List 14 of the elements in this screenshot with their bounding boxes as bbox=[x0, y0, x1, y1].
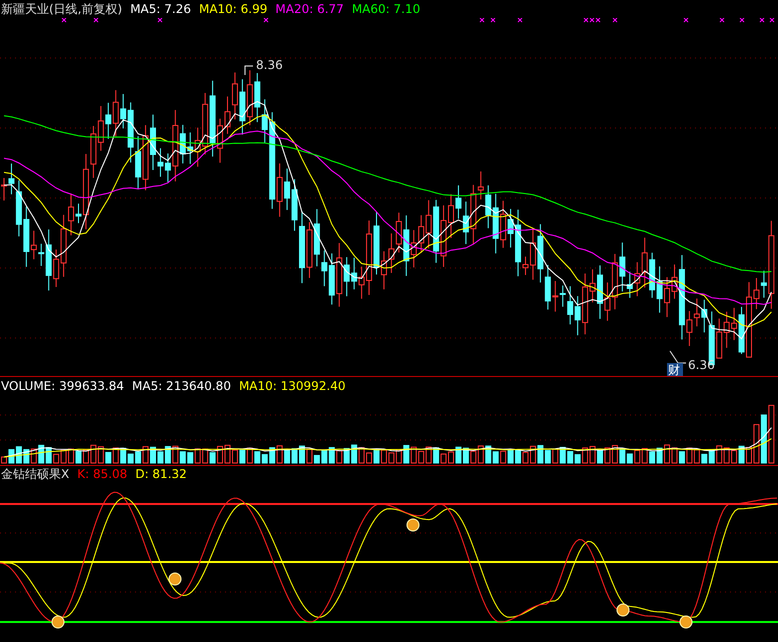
high-price-label: 8.36 bbox=[256, 58, 283, 72]
indicator-value: D: 81.32 bbox=[135, 467, 187, 481]
indicator-value: VOLUME: 399633.84 bbox=[1, 379, 124, 393]
finance-badge[interactable]: 财 bbox=[667, 363, 683, 376]
low-price-label: 6.36 bbox=[688, 358, 715, 372]
indicator-value: MA60: 7.10 bbox=[352, 2, 420, 16]
indicator-value: MA20: 6.77 bbox=[275, 2, 344, 16]
indicator-value: MA5: 213640.80 bbox=[132, 379, 231, 393]
indicator-value: K: 85.08 bbox=[77, 467, 128, 481]
indicator-value: MA10: 130992.40 bbox=[238, 379, 346, 393]
indicator-value: MA5: 7.26 bbox=[130, 2, 191, 16]
indicator-title: 金钻结硕果X bbox=[1, 466, 70, 482]
indicator-value: MA10: 6.99 bbox=[198, 2, 268, 16]
chart-title: 新疆天业(日线,前复权) bbox=[1, 0, 122, 18]
